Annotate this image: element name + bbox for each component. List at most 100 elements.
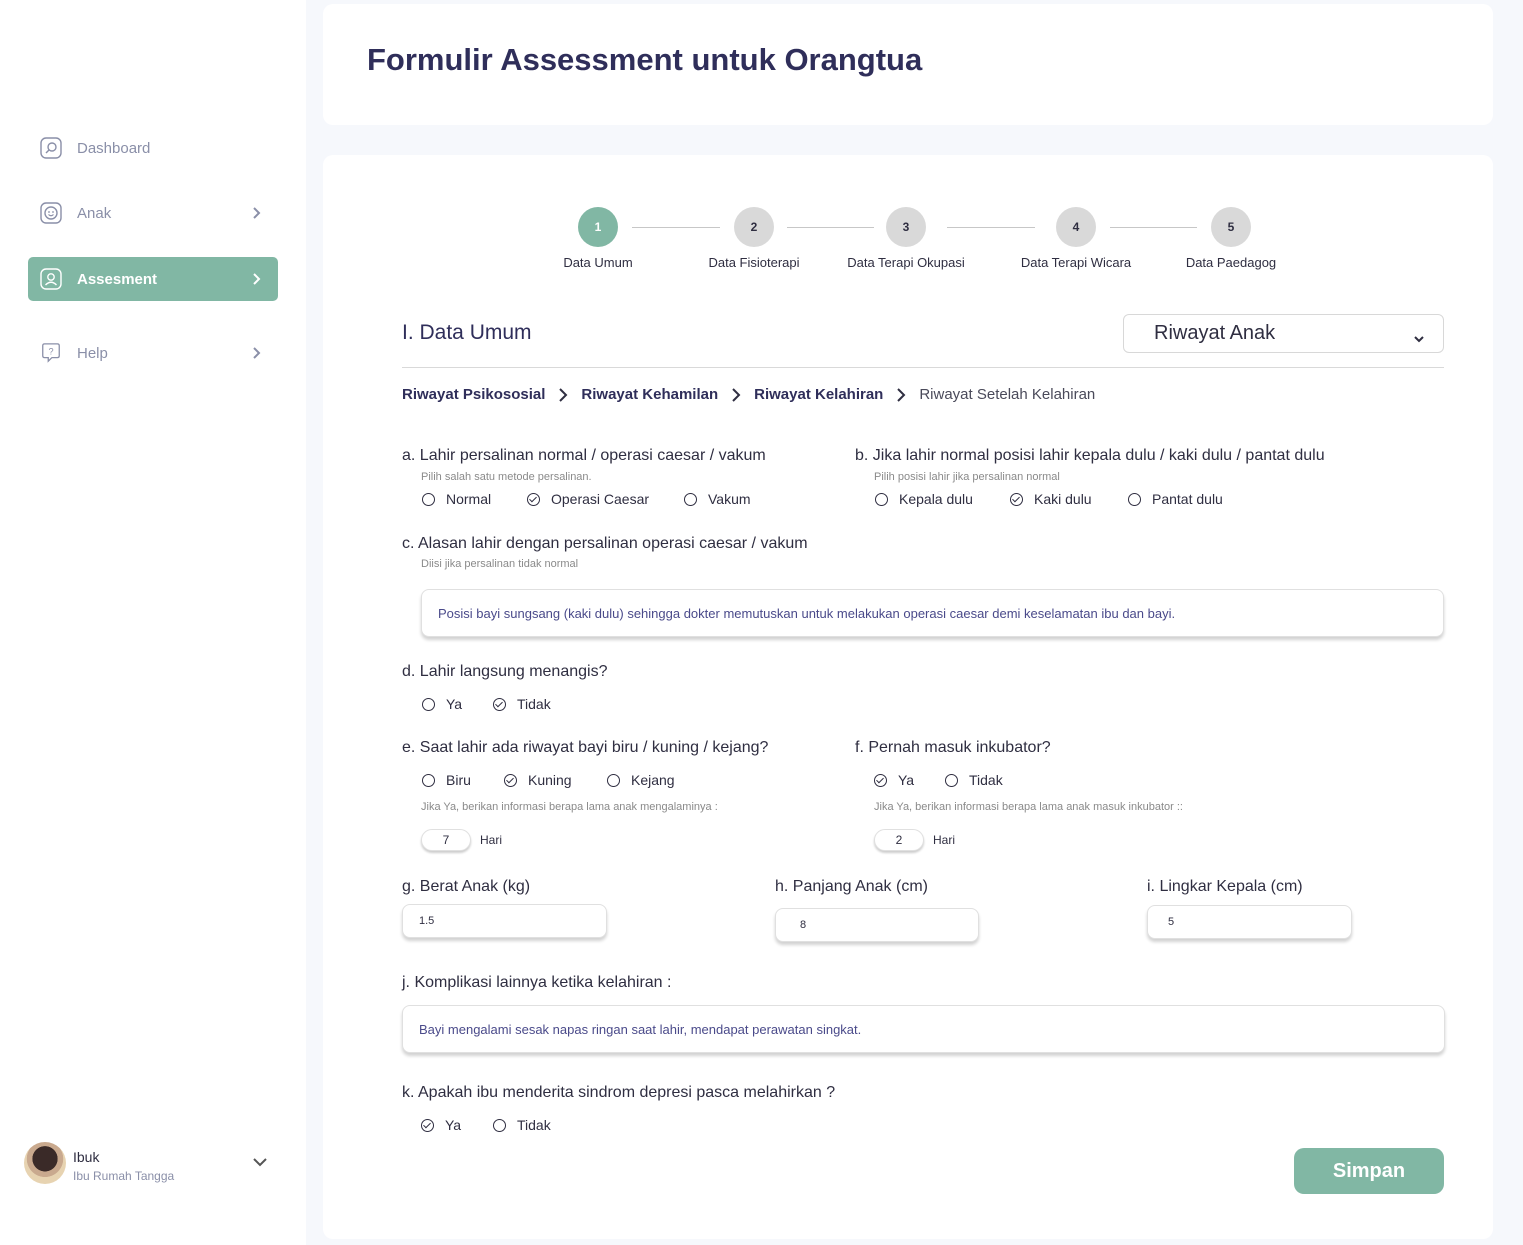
radio-circle bbox=[422, 773, 435, 787]
chevron-right-icon bbox=[246, 343, 266, 367]
select-value: Riwayat Anak bbox=[1154, 322, 1276, 344]
unit-label: Hari bbox=[933, 833, 956, 847]
user-profile[interactable]: Ibuk Ibu Rumah Tangga bbox=[24, 1140, 274, 1184]
complications-textarea[interactable]: Bayi mengalami sesak napas ringan saat l… bbox=[402, 1005, 1445, 1053]
chevron-down-icon[interactable] bbox=[250, 1152, 270, 1177]
radio-a-vakum[interactable]: Vakum bbox=[684, 491, 751, 507]
step-number: 5 bbox=[1211, 207, 1251, 247]
radio-circle bbox=[684, 492, 697, 506]
page-title: Formulir Assessment untuk Orangtua bbox=[367, 42, 923, 77]
breadcrumb-item[interactable]: Riwayat Kehamilan bbox=[581, 386, 718, 403]
weight-input[interactable]: 1.5 bbox=[402, 904, 607, 938]
radio-circle-checked bbox=[421, 1118, 434, 1132]
length-input[interactable]: 8 bbox=[775, 908, 979, 942]
hint-c: Diisi jika persalinan tidak normal bbox=[421, 558, 579, 570]
chevron-right-icon bbox=[557, 387, 569, 403]
radio-label: Ya bbox=[445, 1117, 462, 1133]
duration-input-e[interactable]: 7 bbox=[421, 829, 471, 851]
profile-role: Ibu Rumah Tangga bbox=[73, 1169, 175, 1183]
duration-input-f[interactable]: 2 bbox=[874, 829, 924, 851]
radio-f-ya[interactable]: Ya bbox=[874, 772, 914, 788]
radio-b-kepala[interactable]: Kepala dulu bbox=[875, 491, 973, 507]
step-5[interactable]: 5 Data Paedagog bbox=[1171, 207, 1291, 270]
radio-e-kuning[interactable]: Kuning bbox=[504, 772, 572, 788]
head-circumference-input[interactable]: 5 bbox=[1147, 905, 1352, 939]
radio-b-kaki[interactable]: Kaki dulu bbox=[1010, 491, 1092, 507]
radio-label: Tidak bbox=[517, 1117, 551, 1133]
radio-e-kejang[interactable]: Kejang bbox=[607, 772, 675, 788]
radio-circle bbox=[422, 492, 435, 506]
divider bbox=[402, 367, 1444, 368]
section-title: I. Data Umum bbox=[402, 321, 532, 344]
question-f: f. Pernah masuk inkubator? bbox=[855, 739, 1051, 756]
radio-circle bbox=[493, 1118, 506, 1132]
step-label: Data Paedagog bbox=[1185, 255, 1277, 270]
svg-text:?: ? bbox=[48, 346, 53, 356]
question-i: i. Lingkar Kepala (cm) bbox=[1147, 878, 1303, 895]
question-h: h. Panjang Anak (cm) bbox=[775, 878, 928, 895]
radio-circle-checked bbox=[493, 697, 506, 711]
radio-d-ya[interactable]: Ya bbox=[422, 696, 462, 712]
step-label: Data Terapi Okupasi bbox=[847, 255, 965, 270]
radio-k-ya[interactable]: Ya bbox=[421, 1117, 461, 1133]
breadcrumb-item-current[interactable]: Riwayat Setelah Kelahiran bbox=[919, 386, 1095, 403]
radio-a-normal[interactable]: Normal bbox=[422, 491, 491, 507]
radio-label: Kejang bbox=[631, 772, 675, 788]
radio-e-biru[interactable]: Biru bbox=[422, 772, 471, 788]
child-icon bbox=[40, 202, 62, 224]
save-button[interactable]: Simpan bbox=[1294, 1148, 1444, 1194]
sidebar-item-label: Dashboard bbox=[77, 139, 151, 157]
unit-label: Hari bbox=[480, 833, 503, 847]
radio-label: Tidak bbox=[969, 772, 1003, 788]
step-label: Data Fisioterapi bbox=[708, 255, 800, 270]
dashboard-icon bbox=[40, 137, 62, 159]
avatar bbox=[24, 1142, 66, 1184]
sidebar-item-label: Help bbox=[77, 344, 108, 362]
help-icon: ? bbox=[40, 342, 62, 364]
reason-textarea[interactable]: Posisi bayi sungsang (kaki dulu) sehingg… bbox=[421, 589, 1444, 637]
radio-k-tidak[interactable]: Tidak bbox=[493, 1117, 551, 1133]
radio-label: Pantat dulu bbox=[1152, 491, 1223, 507]
step-label: Data Terapi Wicara bbox=[1020, 255, 1132, 270]
header-card: Formulir Assessment untuk Orangtua bbox=[323, 4, 1493, 125]
hint-a: Pilih salah satu metode persalinan. bbox=[421, 471, 592, 483]
step-3[interactable]: 3 Data Terapi Okupasi bbox=[836, 207, 976, 270]
user-icon bbox=[40, 268, 62, 290]
sidebar-item-assesment[interactable]: Assesment bbox=[28, 257, 278, 301]
chevron-right-icon bbox=[246, 269, 266, 293]
radio-circle-checked bbox=[874, 773, 887, 787]
radio-d-tidak[interactable]: Tidak bbox=[493, 696, 551, 712]
radio-circle-checked bbox=[504, 773, 517, 787]
radio-label: Tidak bbox=[517, 696, 551, 712]
breadcrumb: Riwayat Psikososial Riwayat Kehamilan Ri… bbox=[402, 386, 1095, 403]
radio-label: Kuning bbox=[528, 772, 572, 788]
sidebar: Dashboard Anak Assesment ? Help Ibuk Ibu… bbox=[0, 0, 306, 1245]
radio-circle-checked bbox=[527, 492, 540, 506]
profile-name: Ibuk bbox=[73, 1149, 100, 1165]
radio-f-tidak[interactable]: Tidak bbox=[945, 772, 1003, 788]
step-number: 2 bbox=[734, 207, 774, 247]
step-2[interactable]: 2 Data Fisioterapi bbox=[694, 207, 814, 270]
radio-b-pantat[interactable]: Pantat dulu bbox=[1128, 491, 1223, 507]
radio-a-caesar[interactable]: Operasi Caesar bbox=[527, 491, 649, 507]
radio-circle bbox=[875, 492, 888, 506]
radio-circle bbox=[607, 773, 620, 787]
radio-label: Kaki dulu bbox=[1034, 491, 1092, 507]
section-select[interactable]: Riwayat Anak bbox=[1123, 314, 1444, 353]
hint-f: Jika Ya, berikan informasi berapa lama a… bbox=[874, 801, 1183, 813]
hint-b: Pilih posisi lahir jika persalinan norma… bbox=[874, 471, 1060, 483]
breadcrumb-item[interactable]: Riwayat Psikososial bbox=[402, 386, 545, 403]
hint-e: Jika Ya, berikan informasi berapa lama a… bbox=[421, 801, 718, 813]
chevron-right-icon bbox=[246, 203, 266, 227]
radio-circle bbox=[1128, 492, 1141, 506]
sidebar-item-dashboard[interactable]: Dashboard bbox=[28, 126, 278, 170]
step-number: 1 bbox=[578, 207, 618, 247]
sidebar-item-anak[interactable]: Anak bbox=[28, 191, 278, 235]
radio-label: Vakum bbox=[708, 491, 751, 507]
step-4[interactable]: 4 Data Terapi Wicara bbox=[1006, 207, 1146, 270]
question-d: d. Lahir langsung menangis? bbox=[402, 663, 608, 680]
step-1[interactable]: 1 Data Umum bbox=[548, 207, 648, 270]
breadcrumb-item[interactable]: Riwayat Kelahiran bbox=[754, 386, 883, 403]
step-number: 3 bbox=[886, 207, 926, 247]
sidebar-item-help[interactable]: ? Help bbox=[28, 331, 278, 375]
